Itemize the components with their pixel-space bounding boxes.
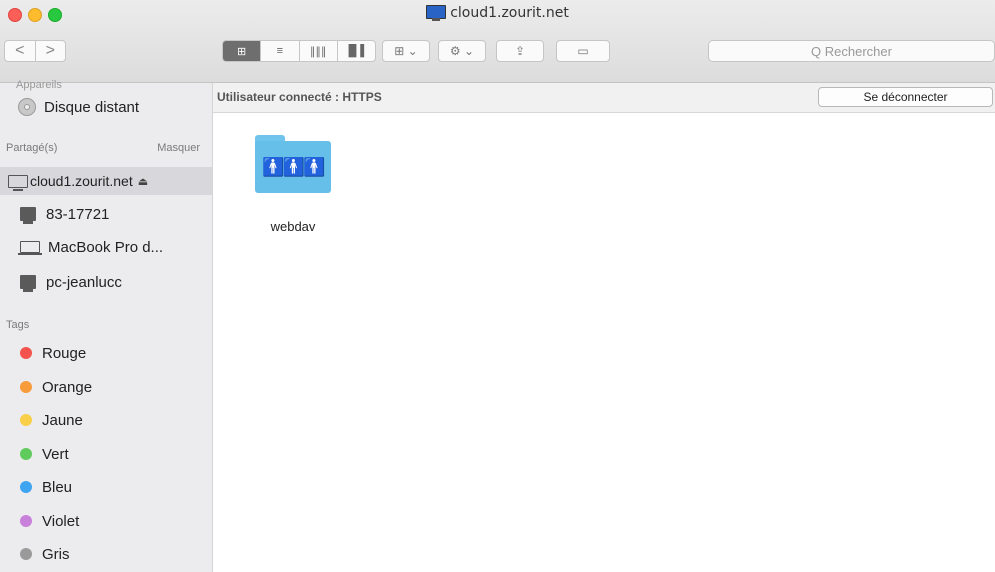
column-view-button[interactable]: ∥∥∥	[300, 41, 338, 61]
pc-icon	[20, 275, 36, 292]
remote-disk-icon	[18, 98, 36, 116]
sidebar-tag-jaune[interactable]: Jaune	[0, 406, 212, 434]
window-title-text: cloud1.zourit.net	[450, 5, 569, 21]
red-tag-icon	[20, 347, 32, 359]
sidebar-item-label: 83-17721	[46, 205, 110, 223]
sidebar-item-label: Bleu	[42, 478, 73, 496]
eject-icon[interactable]: ⏏	[138, 175, 148, 188]
sidebar-item-macbook[interactable]: MacBook Pro d...	[0, 233, 212, 261]
sidebar-tag-bleu[interactable]: Bleu	[0, 473, 212, 501]
yellow-tag-icon	[20, 414, 32, 426]
tag-button[interactable]: ▭	[556, 40, 610, 62]
orange-tag-icon	[20, 381, 32, 393]
disconnect-button[interactable]: Se déconnecter	[818, 87, 993, 107]
sidebar-item-label: cloud1.zourit.net	[30, 173, 133, 189]
action-gear-button[interactable]: ⚙ ⌄	[438, 40, 486, 62]
back-button[interactable]: <	[5, 41, 36, 61]
list-view-button[interactable]: ≡	[261, 41, 300, 61]
share-button[interactable]: ⇪	[496, 40, 544, 62]
connection-status: Utilisateur connecté : HTTPS	[217, 90, 382, 104]
arrange-button[interactable]: ⊞ ⌄	[382, 40, 430, 62]
sidebar-section-shared-header: Partagé(s)	[6, 142, 58, 154]
green-tag-icon	[20, 448, 32, 460]
purple-tag-icon	[20, 515, 32, 527]
sidebar-item-label: Jaune	[42, 411, 83, 429]
shared-folder-icon: 🚹🚹🚹	[255, 135, 331, 193]
icon-view-button[interactable]: ⊞	[223, 41, 262, 61]
finder-window: cloud1.zourit.net < > ⊞ ≡ ∥∥∥ ▐▌▌ ⊞ ⌄ ⚙ …	[0, 0, 995, 572]
pc-icon	[20, 207, 36, 224]
sidebar-tag-violet[interactable]: Violet	[0, 507, 212, 535]
sidebar-item-label: Gris	[42, 545, 70, 563]
server-icon	[8, 174, 28, 191]
sidebar-item-label: Orange	[42, 378, 93, 396]
blue-tag-icon	[20, 481, 32, 493]
connection-bar: Utilisateur connecté : HTTPS Se déconnec…	[213, 83, 995, 113]
sidebar-tag-gris[interactable]: Gris	[0, 540, 212, 568]
gray-tag-icon	[20, 548, 32, 560]
sidebar-section-tags-header: Tags	[6, 319, 30, 331]
sidebar-item-remote-disk[interactable]: Disque distant	[0, 93, 212, 121]
sidebar-item-pc-jeanlucc[interactable]: pc-jeanlucc	[0, 268, 212, 296]
view-mode-buttons: ⊞ ≡ ∥∥∥ ▐▌▌	[222, 40, 376, 62]
sidebar-item-label: Rouge	[42, 344, 87, 362]
sidebar: Appareils Disque distant Partagé(s) Masq…	[0, 79, 213, 572]
sidebar-tag-orange[interactable]: Orange	[0, 373, 212, 401]
sidebar-item-cloud1[interactable]: cloud1.zourit.net ⏏	[0, 167, 212, 195]
folder-label: webdav	[270, 219, 316, 234]
hide-shared-button[interactable]: Masquer	[157, 142, 200, 154]
window-title: cloud1.zourit.net	[0, 5, 995, 21]
sidebar-item-label: Violet	[42, 512, 80, 530]
search-field[interactable]: Q Rechercher	[708, 40, 995, 62]
folder-item-webdav[interactable]: 🚹🚹🚹 webdav	[253, 135, 333, 234]
forward-button[interactable]: >	[36, 41, 66, 61]
sidebar-tag-vert[interactable]: Vert	[0, 440, 212, 468]
toolbar: cloud1.zourit.net < > ⊞ ≡ ∥∥∥ ▐▌▌ ⊞ ⌄ ⚙ …	[0, 0, 995, 83]
navigation-buttons: < >	[4, 40, 66, 62]
sidebar-item-label: Disque distant	[44, 98, 140, 116]
coverflow-view-button[interactable]: ▐▌▌	[338, 41, 375, 61]
sidebar-item-label: pc-jeanlucc	[46, 273, 122, 291]
sidebar-section-devices-header: Appareils	[16, 79, 62, 91]
sidebar-item-label: MacBook Pro d...	[48, 238, 164, 256]
sidebar-item-label: Vert	[42, 445, 69, 463]
server-icon	[426, 5, 447, 21]
sidebar-item-83-17721[interactable]: 83-17721	[0, 200, 212, 228]
file-browser: 🚹🚹🚹 webdav	[213, 113, 995, 572]
sidebar-tag-rouge[interactable]: Rouge	[0, 339, 212, 367]
laptop-icon	[18, 241, 42, 255]
